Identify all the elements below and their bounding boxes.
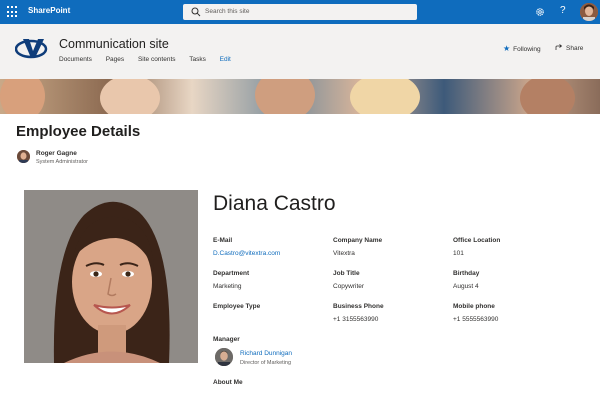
birthday-value: August 4 <box>453 283 479 290</box>
company-label: Company Name <box>333 237 383 244</box>
business-phone-value: +1 3155563990 <box>333 316 379 323</box>
follow-label: Following <box>513 46 541 53</box>
job-title-label: Job Title <box>333 270 360 277</box>
manager-name[interactable]: Richard Dunnigan <box>240 350 292 357</box>
author-avatar[interactable] <box>17 150 30 163</box>
mobile-phone-value: +1 5555563990 <box>453 316 499 323</box>
business-phone-label: Business Phone <box>333 303 384 310</box>
follow-button[interactable]: ★ Following <box>503 44 541 53</box>
manager-label: Manager <box>213 336 240 343</box>
search-icon <box>191 7 201 17</box>
site-header: Communication site Documents Pages Site … <box>0 24 600 79</box>
sharepoint-brand[interactable]: SharePoint <box>28 6 70 15</box>
birthday-label: Birthday <box>453 270 480 277</box>
nav-documents[interactable]: Documents <box>59 56 92 63</box>
email-label: E-Mail <box>213 237 233 244</box>
site-navigation: Documents Pages Site contents Tasks Edit <box>59 56 243 63</box>
employee-name: Diana Castro <box>213 192 336 215</box>
nav-pages[interactable]: Pages <box>106 56 124 63</box>
site-logo[interactable] <box>15 36 49 60</box>
department-label: Department <box>213 270 250 277</box>
suite-bar: SharePoint Search this site ? <box>0 0 600 24</box>
help-icon[interactable]: ? <box>560 5 566 16</box>
employee-type-label: Employee Type <box>213 303 261 310</box>
nav-edit[interactable]: Edit <box>220 56 231 63</box>
office-label: Office Location <box>453 237 501 244</box>
settings-gear-icon[interactable] <box>535 7 545 17</box>
current-user-avatar[interactable] <box>580 3 598 21</box>
nav-tasks[interactable]: Tasks <box>189 56 206 63</box>
email-value[interactable]: D.Castro@vitextra.com <box>213 250 280 257</box>
site-title[interactable]: Communication site <box>59 37 169 51</box>
nav-site-contents[interactable]: Site contents <box>138 56 176 63</box>
hero-banner-image <box>0 79 600 114</box>
author-name[interactable]: Roger Gagne <box>36 150 77 157</box>
share-button[interactable]: Share <box>555 44 583 52</box>
app-launcher-icon[interactable] <box>7 6 19 18</box>
about-me-label: About Me <box>213 379 243 386</box>
share-icon <box>555 44 563 50</box>
department-value: Marketing <box>213 283 242 290</box>
job-title-value: Copywriter <box>333 283 365 290</box>
manager-avatar[interactable] <box>215 348 233 366</box>
author-role: System Administrator <box>36 159 88 165</box>
manager-role: Director of Marketing <box>240 360 292 366</box>
star-icon: ★ <box>503 44 511 53</box>
office-value: 101 <box>453 250 464 257</box>
search-placeholder: Search this site <box>205 8 250 15</box>
company-value: Vitextra <box>333 250 355 257</box>
page-title: Employee Details <box>16 123 141 140</box>
share-label: Share <box>566 45 584 52</box>
search-box[interactable]: Search this site <box>183 4 417 20</box>
mobile-phone-label: Mobile phone <box>453 303 495 310</box>
employee-photo <box>24 190 198 363</box>
